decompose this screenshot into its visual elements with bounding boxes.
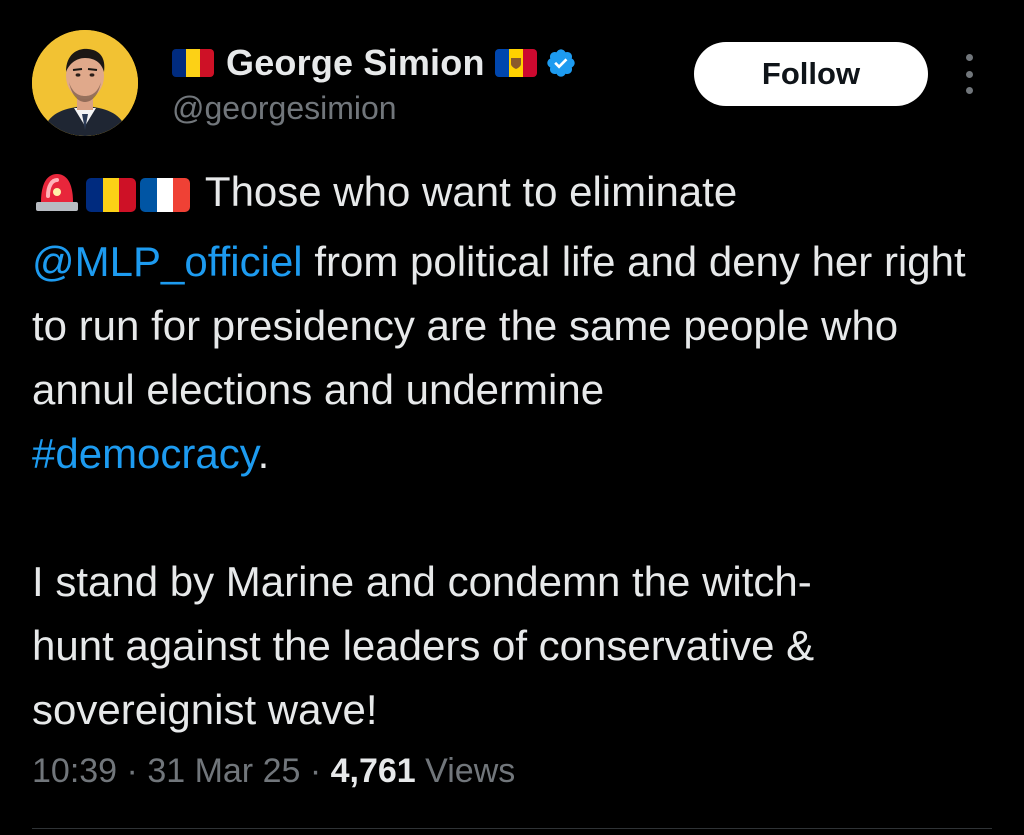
tweet-paragraph-2: I stand by Marine and condemn the witch-… (32, 558, 815, 733)
verified-badge-icon (546, 49, 575, 77)
hashtag-link[interactable]: #democracy (32, 430, 258, 477)
tweet-header: George Simion @georgesimion Follow (32, 30, 992, 140)
avatar[interactable] (32, 30, 138, 136)
tweet-text-segment: . (257, 430, 270, 477)
views-count: 4,761 (330, 752, 416, 790)
tweet-time[interactable]: 10:39 (32, 752, 117, 790)
meta-separator: · (117, 752, 148, 790)
tweet-text: Those who want to eliminate @MLP_officiel… (32, 160, 1004, 742)
follow-button[interactable]: Follow (694, 42, 928, 106)
author-handle[interactable]: @georgesimion (172, 90, 577, 127)
more-vertical-icon[interactable] (960, 54, 978, 94)
france-flag-icon (140, 178, 190, 212)
display-name[interactable]: George Simion (226, 42, 485, 84)
tweet-meta: 10:39 · 31 Mar 25 · 4,761 Views (32, 752, 515, 791)
tweet-paragraph-1: Those who want to eliminate @MLP_officiel… (32, 160, 1004, 486)
name-row: George Simion (172, 42, 577, 84)
tweet-text-segment: Those who want to eliminate (194, 168, 738, 215)
mention-link[interactable]: @MLP_officiel (32, 238, 303, 285)
views-label: Views (425, 752, 516, 790)
divider (32, 828, 992, 829)
romania-flag-icon (86, 178, 136, 212)
siren-emoji-icon (32, 166, 82, 230)
author-identity[interactable]: George Simion @georgesimion (172, 42, 577, 127)
tweet-date[interactable]: 31 Mar 25 (147, 752, 300, 790)
moldova-flag-icon (494, 49, 537, 77)
meta-separator: · (300, 752, 331, 790)
romania-flag-icon (172, 49, 214, 77)
